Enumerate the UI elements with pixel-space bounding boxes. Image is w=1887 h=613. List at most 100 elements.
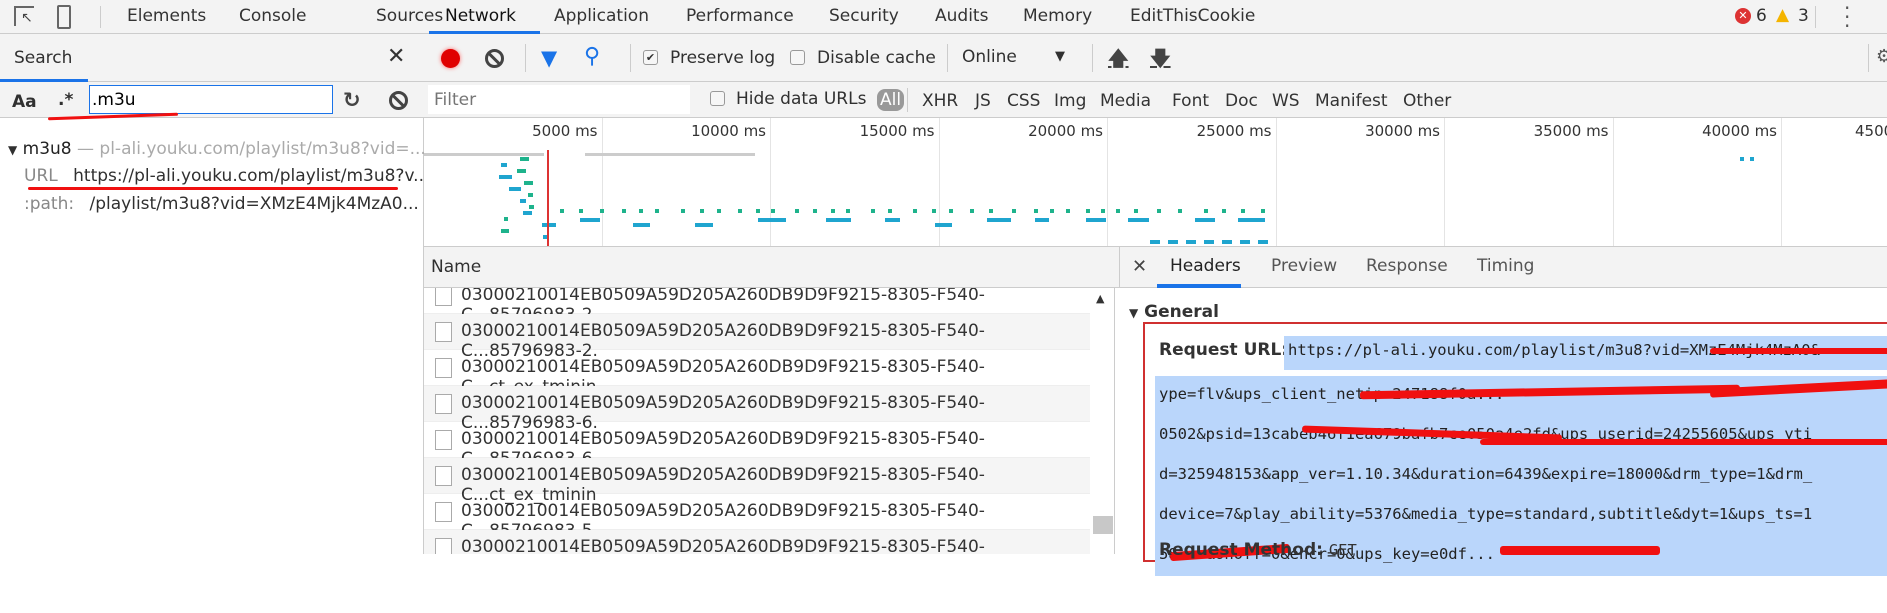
hide-data-urls-label[interactable]: Hide data URLs: [736, 89, 866, 109]
error-icon[interactable]: ✕: [1735, 8, 1751, 24]
waterfall-bar: [1258, 240, 1268, 244]
warning-count[interactable]: 3: [1798, 6, 1809, 26]
request-row[interactable]: 03000210014EB0509A59D205A260DB9D9F9215-8…: [424, 566, 1090, 602]
waterfall-bar: [528, 205, 535, 209]
waterfall-bar: [501, 229, 510, 233]
tab-audits[interactable]: Audits: [935, 6, 988, 26]
throttle-select[interactable]: Online ▼: [962, 47, 1072, 67]
waterfall-bar: [987, 218, 1012, 222]
filter-type-xhr[interactable]: XHR: [922, 91, 958, 111]
clear-button[interactable]: [485, 49, 504, 68]
search-result-path[interactable]: :path: /playlist/m3u8?vid=XMzE4Mjk4MzA0.…: [24, 194, 419, 214]
name-column-header[interactable]: Name: [431, 257, 481, 277]
refresh-search-icon[interactable]: ↻: [343, 88, 361, 112]
overview-gridline: [601, 118, 603, 246]
waterfall-bar: [1222, 240, 1232, 244]
tab-sources[interactable]: Sources: [376, 6, 443, 26]
tab-application[interactable]: Application: [554, 6, 649, 26]
waterfall-bar: [885, 218, 900, 222]
filter-type-img[interactable]: Img: [1054, 91, 1086, 111]
disable-cache-checkbox[interactable]: [790, 50, 805, 65]
waterfall-bar: [771, 209, 776, 213]
tab-editthiscookie[interactable]: EditThisCookie: [1130, 6, 1255, 26]
search-result-url[interactable]: URL https://pl-ali.youku.com/playlist/m3…: [24, 166, 429, 186]
tab-console[interactable]: Console: [239, 6, 307, 26]
search-icon[interactable]: ⚲: [584, 44, 600, 69]
filter-type-manifest[interactable]: Manifest: [1315, 91, 1388, 111]
request-row[interactable]: 03000210014EB0509A59D205A260DB9D9F9215-8…: [424, 350, 1090, 397]
inspect-element-icon[interactable]: ↖: [14, 6, 34, 26]
waterfall-bar: [1203, 209, 1208, 213]
filter-type-all[interactable]: All: [877, 89, 905, 111]
waterfall-bar: [519, 157, 530, 161]
network-overview[interactable]: [424, 118, 1887, 247]
expand-triangle-icon: ▼: [1129, 306, 1139, 320]
filter-input[interactable]: [428, 85, 690, 114]
preserve-log-label[interactable]: Preserve log: [670, 48, 775, 68]
overview-tick-label: 20000 ms: [1028, 122, 1103, 140]
request-row[interactable]: 03000210014EB0509A59D205A260DB9D9F9215-8…: [424, 458, 1090, 505]
request-row[interactable]: 03000210014EB0509A59D205A260DB9D9F9215-8…: [424, 530, 1090, 554]
waterfall-bar: [1115, 209, 1120, 213]
device-toolbar-icon[interactable]: [57, 5, 71, 29]
waterfall-bar: [1134, 209, 1139, 213]
search-panel-title[interactable]: Search: [14, 48, 72, 68]
file-icon: [435, 288, 452, 306]
filter-icon[interactable]: ▼: [541, 46, 557, 70]
scroll-up-icon[interactable]: ▲: [1096, 292, 1104, 305]
search-result-file[interactable]: ▼ m3u8 — pl-ali.youku.com/playlist/m3u8?…: [8, 139, 426, 159]
filter-type-doc[interactable]: Doc: [1225, 91, 1258, 111]
load-event-line: [547, 150, 549, 246]
filter-type-media[interactable]: Media: [1100, 91, 1151, 111]
search-input[interactable]: [89, 85, 333, 114]
close-details-icon[interactable]: ✕: [1132, 256, 1147, 277]
regex-button[interactable]: .*: [58, 90, 73, 110]
details-tab-preview[interactable]: Preview: [1271, 256, 1337, 276]
request-row[interactable]: 03000210014EB0509A59D205A260DB9D9F9215-8…: [424, 386, 1090, 433]
more-options-icon[interactable]: · · ·: [1844, 0, 1850, 36]
waterfall-bar: [695, 223, 714, 227]
preserve-log-checkbox[interactable]: ✔: [643, 50, 658, 65]
filter-type-other[interactable]: Other: [1403, 91, 1451, 111]
annotation-underline: [28, 187, 398, 190]
filter-type-js[interactable]: JS: [975, 91, 991, 111]
waterfall-bar: [579, 209, 584, 213]
requests-scrollbar[interactable]: ▲: [1090, 288, 1115, 554]
overview-gridline: [1275, 118, 1277, 246]
filter-type-css[interactable]: CSS: [1007, 91, 1040, 111]
file-icon: [435, 358, 452, 378]
waterfall-bar: [517, 169, 527, 173]
hide-data-urls-checkbox[interactable]: [710, 91, 725, 106]
request-row[interactable]: 03000210014EB0509A59D205A260DB9D9F9215-8…: [424, 314, 1090, 361]
waterfall-bar: [871, 209, 876, 213]
tab-elements[interactable]: Elements: [127, 6, 206, 26]
filter-type-font[interactable]: Font: [1172, 91, 1209, 111]
waterfall-bar: [831, 209, 836, 213]
general-section-header[interactable]: ▼ General: [1129, 302, 1219, 322]
settings-icon[interactable]: ⚙: [1876, 46, 1887, 67]
tab-performance[interactable]: Performance: [686, 6, 794, 26]
record-button[interactable]: [441, 49, 460, 68]
clear-search-icon[interactable]: [389, 91, 408, 110]
request-row[interactable]: 03000210014EB0509A59D205A260DB9D9F9215-8…: [424, 422, 1090, 469]
request-row[interactable]: 03000210014EB0509A59D205A260DB9D9F9215-8…: [424, 494, 1090, 541]
scrollbar-thumb[interactable]: [1093, 516, 1113, 534]
waterfall-bar: [527, 193, 533, 197]
tab-security[interactable]: Security: [829, 6, 899, 26]
import-har-icon[interactable]: 🡅: [1108, 44, 1129, 78]
waterfall-bar: [932, 209, 937, 213]
warning-icon[interactable]: ▲: [1776, 5, 1789, 25]
waterfall-bar: [1085, 218, 1106, 222]
details-tab-timing[interactable]: Timing: [1477, 256, 1534, 276]
export-har-icon[interactable]: 🡇: [1150, 44, 1171, 78]
tab-memory[interactable]: Memory: [1023, 6, 1092, 26]
close-search-icon[interactable]: ✕: [387, 44, 405, 69]
filter-type-ws[interactable]: WS: [1272, 91, 1300, 111]
match-case-button[interactable]: Aa: [12, 92, 37, 112]
error-count[interactable]: 6: [1756, 6, 1767, 26]
details-tab-response[interactable]: Response: [1366, 256, 1448, 276]
disable-cache-label[interactable]: Disable cache: [817, 48, 936, 68]
request-method: Request Method: GET: [1159, 540, 1357, 560]
details-tab-headers[interactable]: Headers: [1170, 256, 1241, 276]
tab-network[interactable]: Network: [445, 6, 516, 26]
